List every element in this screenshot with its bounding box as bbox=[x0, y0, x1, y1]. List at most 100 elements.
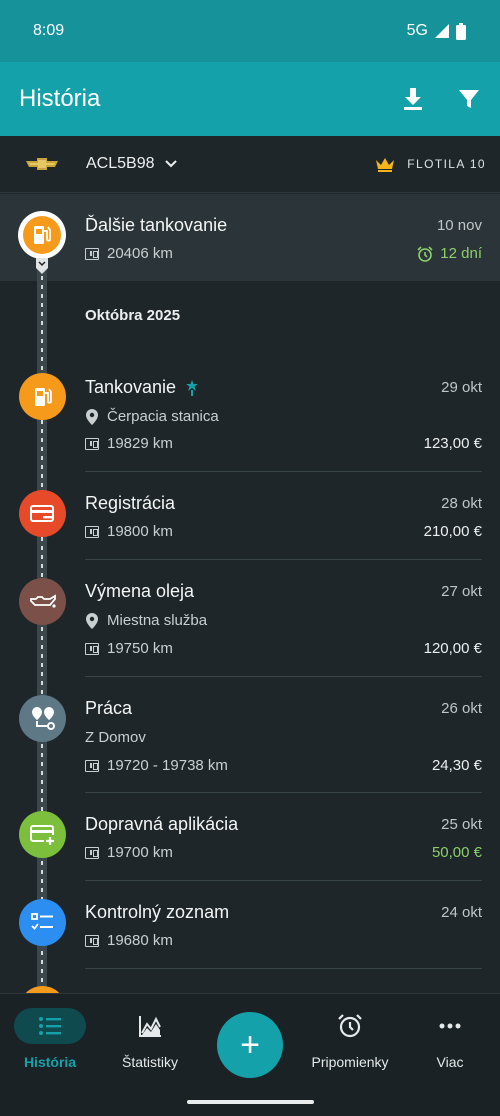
divider bbox=[85, 968, 482, 969]
entry-odometer: 19680 km bbox=[85, 932, 173, 949]
list-item-refuel[interactable]: Tankovanie 29 okt Čerpacia stanica 19829… bbox=[0, 362, 500, 472]
vehicle-selector[interactable]: ACL5B98 bbox=[86, 155, 177, 173]
fleet-badge[interactable]: FLOTILA 10 bbox=[375, 157, 486, 172]
odometer-value: 19829 km bbox=[107, 435, 173, 452]
entry-amount: 210,00 € bbox=[423, 523, 482, 540]
download-icon[interactable] bbox=[400, 86, 426, 112]
vehicle-bar: ACL5B98 FLOTILA 10 bbox=[0, 136, 500, 193]
place-text: Z Domov bbox=[85, 729, 146, 746]
entry-amount: 120,00 € bbox=[423, 640, 482, 657]
more-icon bbox=[414, 1008, 486, 1044]
list-item-registration[interactable]: Registrácia 28 okt 19800 km 210,00 € bbox=[0, 472, 500, 560]
network-label: 5G bbox=[406, 22, 428, 39]
odometer-value: 19720 - 19738 km bbox=[107, 757, 228, 774]
odometer-icon bbox=[85, 247, 99, 260]
entry-title: Výmena oleja bbox=[85, 581, 195, 601]
nav-label: Pripomienky bbox=[311, 1054, 389, 1070]
place-text: Čerpacia stanica bbox=[107, 408, 219, 425]
fleet-label: FLOTILA 10 bbox=[407, 157, 486, 171]
list-item-oil-change[interactable]: Výmena oleja 27 okt Miestna služba 19750… bbox=[0, 560, 500, 677]
place-text: Miestna služba bbox=[107, 612, 208, 629]
entry-amount: 123,00 € bbox=[423, 435, 482, 452]
chart-icon bbox=[114, 1008, 186, 1044]
entry-title: Kontrolný zoznam bbox=[85, 902, 230, 922]
checklist-icon bbox=[19, 899, 66, 946]
full-tank-icon bbox=[186, 379, 199, 396]
odometer-icon bbox=[85, 437, 99, 450]
entry-place: Čerpacia stanica bbox=[85, 408, 219, 425]
list-icon bbox=[14, 1008, 86, 1044]
entry-date: 26 okt bbox=[441, 700, 482, 717]
entry-title: Dopravná aplikácia bbox=[85, 814, 239, 834]
location-pin-icon bbox=[86, 612, 98, 629]
route-icon bbox=[19, 695, 66, 742]
signal-icon bbox=[435, 24, 449, 38]
location-pin-icon bbox=[86, 408, 98, 425]
entry-date: 29 okt bbox=[441, 379, 482, 396]
entry-title: Registrácia bbox=[85, 493, 176, 513]
entry-odometer: 19829 km bbox=[85, 435, 173, 452]
chevrolet-logo bbox=[26, 158, 58, 170]
entry-title: Tankovanie bbox=[85, 377, 177, 397]
entry-odometer: 19750 km bbox=[85, 640, 173, 657]
list-item-work-trip[interactable]: Práca 26 okt Z Domov 19720 - 19738 km 24… bbox=[0, 677, 500, 793]
odometer-icon bbox=[85, 846, 99, 859]
alarm-clock-icon bbox=[417, 245, 433, 262]
odometer-icon bbox=[85, 642, 99, 655]
next-refuel-title: Ďalšie tankovanie bbox=[85, 215, 228, 235]
entry-date: 28 okt bbox=[441, 495, 482, 512]
card-minus-icon bbox=[19, 490, 66, 537]
odometer-value: 19700 km bbox=[107, 844, 173, 861]
nav-statistics[interactable]: Štatistiky bbox=[100, 1008, 200, 1070]
fuel-pump-icon bbox=[19, 373, 66, 420]
entry-date: 27 okt bbox=[441, 583, 482, 600]
next-refuel-row[interactable]: Ďalšie tankovanie 10 nov 20406 km 12 dní bbox=[0, 194, 500, 281]
next-refuel-date: 10 nov bbox=[436, 217, 482, 234]
entry-odometer: 19720 - 19738 km bbox=[85, 757, 228, 774]
entry-odometer: 19800 km bbox=[85, 523, 173, 540]
entry-date: 25 okt bbox=[441, 816, 482, 833]
status-icons: 5G bbox=[407, 22, 466, 40]
timeline-marker-icon bbox=[36, 258, 48, 274]
add-entry-button[interactable]: + bbox=[217, 1012, 283, 1078]
next-refuel-remaining: 12 dní bbox=[417, 245, 482, 262]
nav-label: Štatistiky bbox=[121, 1054, 178, 1070]
odometer-value: 19800 km bbox=[107, 523, 173, 540]
nav-label: História bbox=[23, 1054, 77, 1070]
list-item-checklist[interactable]: Kontrolný zoznam 24 okt 19680 km bbox=[0, 881, 500, 969]
entry-amount: 50,00 € bbox=[431, 844, 482, 861]
gesture-bar[interactable] bbox=[187, 1100, 314, 1104]
entry-date: 24 okt bbox=[441, 904, 482, 921]
nav-history[interactable]: História bbox=[0, 1008, 100, 1070]
entry-odometer: 19700 km bbox=[85, 844, 173, 861]
odometer-icon bbox=[85, 759, 99, 772]
month-header: Októbra 2025 bbox=[85, 307, 181, 324]
entry-title-wrap: Tankovanie bbox=[85, 377, 199, 398]
chevron-down-icon bbox=[164, 160, 177, 168]
entry-title: Práca bbox=[85, 698, 133, 718]
odometer-icon bbox=[85, 934, 99, 947]
page-title: História bbox=[19, 85, 101, 112]
odometer-icon bbox=[85, 525, 99, 538]
entry-place: Miestna služba bbox=[85, 612, 207, 629]
list-item-ride-app[interactable]: Dopravná aplikácia 25 okt 19700 km 50,00… bbox=[0, 793, 500, 881]
fuel-pump-icon bbox=[23, 216, 61, 254]
odometer-value: 19680 km bbox=[107, 932, 173, 949]
nav-reminders[interactable]: Pripomienky bbox=[300, 1008, 400, 1070]
status-bar: 8:09 5G bbox=[0, 0, 500, 62]
next-refuel-icon-ring bbox=[18, 211, 66, 259]
filter-icon[interactable] bbox=[456, 86, 482, 112]
crown-icon bbox=[376, 157, 395, 172]
odometer-value: 20406 km bbox=[107, 245, 173, 262]
alarm-icon bbox=[314, 1008, 386, 1044]
battery-icon bbox=[456, 22, 466, 40]
nav-more[interactable]: Viac bbox=[400, 1008, 500, 1070]
next-refuel-odometer: 20406 km bbox=[85, 245, 173, 262]
entry-amount: 24,30 € bbox=[431, 757, 482, 774]
oil-can-icon bbox=[19, 578, 66, 625]
card-plus-icon bbox=[19, 811, 66, 858]
vehicle-plate: ACL5B98 bbox=[86, 155, 155, 172]
app-bar: História bbox=[0, 62, 500, 136]
nav-label: Viac bbox=[436, 1054, 464, 1070]
odometer-value: 19750 km bbox=[107, 640, 173, 657]
